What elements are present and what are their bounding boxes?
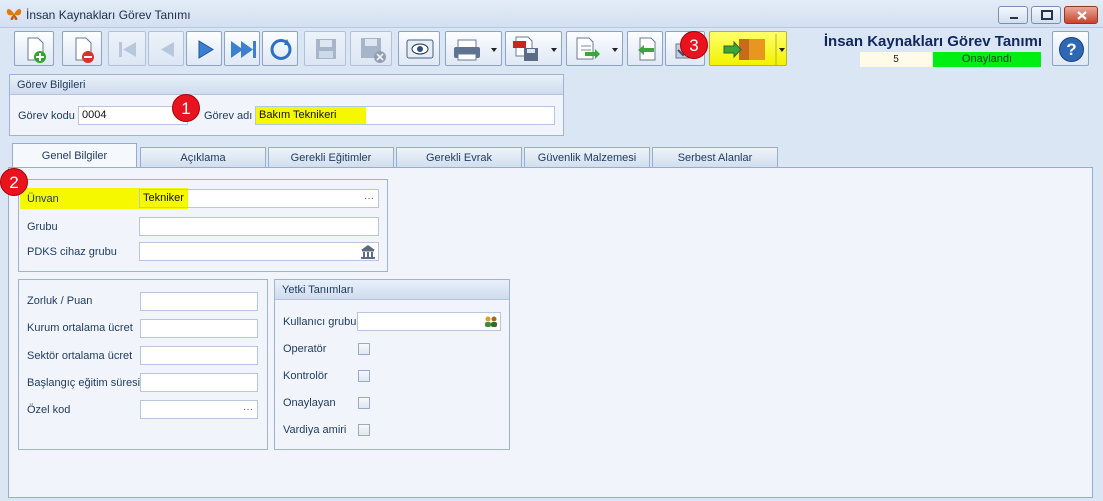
sektor-field[interactable] <box>140 346 258 365</box>
zorluk-field[interactable] <box>140 292 258 311</box>
print-button[interactable] <box>445 31 502 66</box>
grubu-label: Grubu <box>27 221 58 233</box>
tab-genel-bilgiler[interactable]: Genel Bilgiler <box>12 143 137 169</box>
kontrolor-label: Kontrolör <box>283 370 328 382</box>
tab-aciklama[interactable]: Açıklama <box>140 147 266 169</box>
kurum-field[interactable] <box>140 319 258 338</box>
gorev-kodu-label: Görev kodu <box>18 110 75 122</box>
export-button[interactable] <box>566 31 623 66</box>
next-record-icon <box>198 40 214 59</box>
annotation-badge-1: 1 <box>172 94 200 122</box>
grubu-field[interactable] <box>139 217 379 236</box>
next-record-button[interactable] <box>186 31 222 66</box>
ellipsis-icon[interactable]: ··· <box>243 401 253 418</box>
tab-gerekli-evrak[interactable]: Gerekli Evrak <box>396 147 522 169</box>
unvan-value: Tekniker <box>143 192 184 204</box>
save-icon <box>316 39 336 59</box>
last-record-icon <box>231 41 256 58</box>
preview-button[interactable] <box>398 31 440 66</box>
unvan-label: Ünvan <box>27 193 59 205</box>
pdf-export-icon <box>513 36 557 61</box>
genel-bilgiler-group: Ünvan Tekniker ··· Grubu PDKS cihaz grub… <box>18 179 388 272</box>
delete-record-button[interactable] <box>62 31 102 66</box>
print-icon <box>454 39 497 61</box>
gorev-adi-label: Görev adı <box>204 110 253 122</box>
onaylayan-checkbox[interactable] <box>358 397 370 409</box>
ozel-kod-label: Özel kod <box>27 404 71 416</box>
svg-text:?: ? <box>1066 40 1076 59</box>
close-button[interactable] <box>1064 6 1098 24</box>
tab-guvenlik-malzemesi[interactable]: Güvenlik Malzemesi <box>524 147 650 169</box>
last-record-button[interactable] <box>224 31 260 66</box>
users-icon[interactable] <box>484 315 498 328</box>
export-icon <box>576 37 618 60</box>
new-record-icon <box>27 37 46 63</box>
preview-icon <box>406 39 434 59</box>
baslangic-field[interactable] <box>140 373 258 392</box>
pdks-field[interactable] <box>139 242 379 261</box>
pdks-label: PDKS cihaz grubu <box>27 246 117 258</box>
yetki-caption: Yetki Tanımları <box>275 280 509 300</box>
refresh-icon <box>270 39 292 60</box>
ellipsis-icon[interactable]: ··· <box>364 190 374 207</box>
refresh-button[interactable] <box>262 31 298 66</box>
onaylayan-label: Onaylayan <box>283 397 336 409</box>
minimize-button[interactable] <box>998 6 1028 24</box>
new-record-button[interactable] <box>14 31 54 66</box>
gorev-bilgileri-caption: Görev Bilgileri <box>10 75 563 95</box>
annotation-badge-2: 2 <box>0 168 28 196</box>
kurum-label: Kurum ortalama ücret <box>27 322 133 334</box>
baslangic-label: Başlangıç eğitim süresi <box>27 377 141 389</box>
tab-serbest-alanlar[interactable]: Serbest Alanlar <box>652 147 778 169</box>
zorluk-label: Zorluk / Puan <box>27 295 93 307</box>
tab-gerekli-egitimler[interactable]: Gerekli Eğitimler <box>268 147 394 169</box>
title-bar: İnsan Kaynakları Görev Tanımı <box>0 0 1103 28</box>
vardiya-amiri-label: Vardiya amiri <box>283 424 347 436</box>
puan-group: Zorluk / Puan Kurum ortalama ücret Sektö… <box>18 279 268 450</box>
unvan-field[interactable]: Tekniker ··· <box>139 189 379 208</box>
import-icon <box>638 37 656 61</box>
kontrolor-checkbox[interactable] <box>358 370 370 382</box>
workflow-icon <box>723 34 785 65</box>
cancel-save-button[interactable] <box>350 31 392 66</box>
operator-label: Operatör <box>283 343 327 355</box>
operator-checkbox[interactable] <box>358 343 370 355</box>
save-button[interactable] <box>304 31 346 66</box>
pdf-export-button[interactable] <box>505 31 562 66</box>
help-button[interactable]: ? <box>1052 31 1089 66</box>
cancel-save-icon <box>361 38 386 63</box>
import-button[interactable] <box>627 31 663 66</box>
vardiya-amiri-checkbox[interactable] <box>358 424 370 436</box>
previous-record-icon <box>161 42 174 57</box>
yetki-group: Yetki Tanımları Kullanıcı grubu Operatör… <box>274 279 510 450</box>
delete-record-icon <box>75 37 94 63</box>
page-title: İnsan Kaynakları Görev Tanımı <box>823 33 1042 50</box>
help-icon: ? <box>1059 37 1084 62</box>
previous-record-button[interactable] <box>148 31 184 66</box>
gorev-bilgileri-group: Görev Bilgileri Görev kodu 0004 Görev ad… <box>9 74 564 136</box>
record-count: 5 <box>860 52 932 67</box>
status-badge: Onaylandı <box>933 52 1041 67</box>
window-title: İnsan Kaynakları Görev Tanımı <box>26 8 191 22</box>
first-record-icon <box>119 42 136 57</box>
sektor-label: Sektör ortalama ücret <box>27 350 133 362</box>
workflow-button[interactable] <box>709 31 787 66</box>
butterfly-icon <box>6 9 22 20</box>
kullanici-grubu-field[interactable] <box>357 312 501 331</box>
ozel-kod-field[interactable]: ··· <box>140 400 258 419</box>
building-icon[interactable] <box>360 244 376 259</box>
annotation-badge-3: 3 <box>680 31 708 59</box>
gorev-adi-field[interactable]: Bakım Teknikeri <box>255 106 555 125</box>
kullanici-grubu-label: Kullanıcı grubu <box>283 316 357 328</box>
maximize-button[interactable] <box>1031 6 1061 24</box>
first-record-button[interactable] <box>108 31 146 66</box>
